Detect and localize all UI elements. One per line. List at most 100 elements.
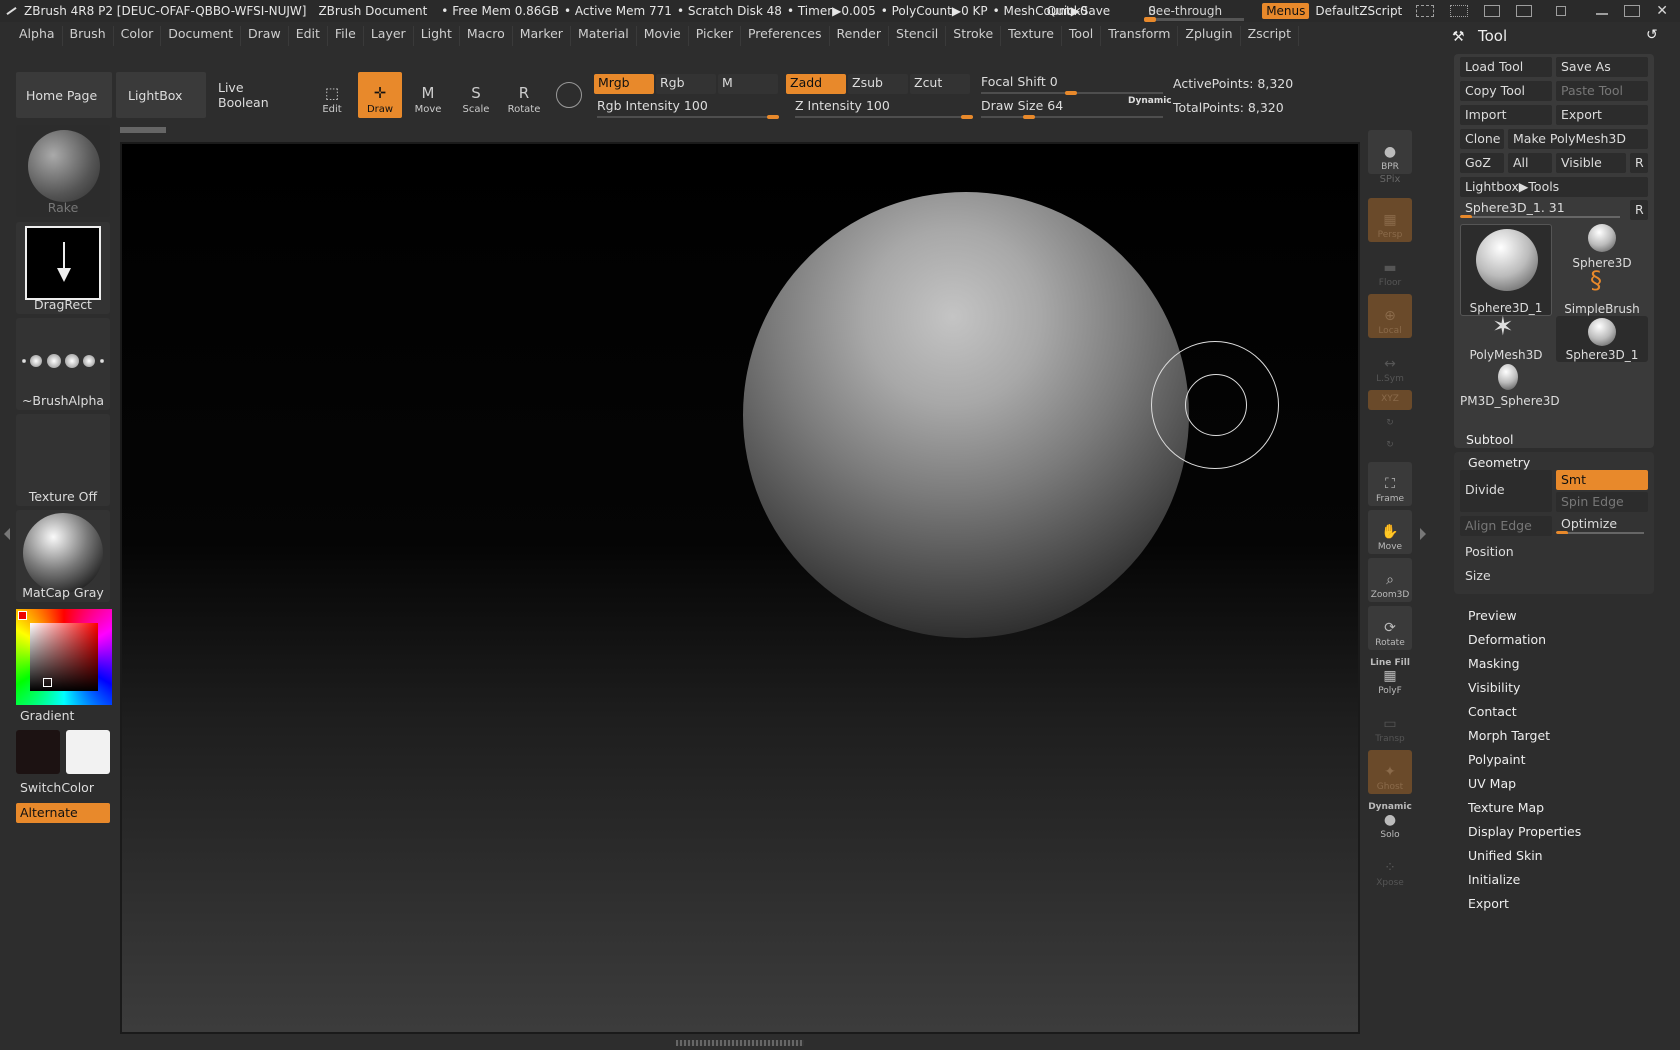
saturation-value-square[interactable] — [30, 623, 98, 691]
edit-button[interactable]: ⬚ Edit — [310, 72, 354, 118]
gradient-label[interactable]: Gradient — [20, 708, 74, 723]
live-boolean-button[interactable]: Live Boolean — [208, 72, 304, 118]
tool-thumb-simplebrush[interactable]: § SimpleBrush — [1556, 266, 1648, 316]
xpose-button[interactable]: ⁘ Xpose — [1368, 846, 1412, 890]
stroke-tile[interactable]: DragRect — [16, 222, 110, 314]
tool-menu-contact[interactable]: Contact — [1468, 704, 1517, 719]
export-button[interactable]: Export — [1556, 105, 1648, 125]
zsub-button[interactable]: Zsub — [848, 74, 908, 94]
lock-icon[interactable] — [1556, 6, 1567, 16]
focal-shift-slider[interactable]: Focal Shift 0 — [981, 74, 1163, 95]
divide-button[interactable]: Divide — [1460, 470, 1552, 512]
tool-menu-polypaint[interactable]: Polypaint — [1468, 752, 1526, 767]
menu-transform[interactable]: Transform — [1101, 26, 1179, 46]
main-color-swatch[interactable] — [16, 730, 60, 774]
mrgb-button[interactable]: Mrgb — [594, 74, 654, 94]
rotate-axis-z-icon[interactable]: ↻ — [1368, 436, 1412, 456]
transp-button[interactable]: ▭ Transp — [1368, 702, 1412, 746]
menu-macro[interactable]: Macro — [460, 26, 513, 46]
geometry-section[interactable]: Geometry — [1468, 455, 1530, 470]
goz-visible-button[interactable]: Visible — [1556, 153, 1626, 173]
lightbox-tools-button[interactable]: Lightbox▶Tools — [1460, 177, 1648, 197]
smt-button[interactable]: Smt — [1556, 470, 1648, 490]
menu-document[interactable]: Document — [161, 26, 242, 46]
bpr-button[interactable]: ● BPR — [1368, 130, 1412, 174]
zoom3d-button[interactable]: ⌕ Zoom3D — [1368, 558, 1412, 602]
left-tray-arrow-icon[interactable] — [4, 528, 10, 540]
paste-tool-button[interactable]: Paste Tool — [1556, 81, 1648, 101]
load-tool-button[interactable]: Load Tool — [1460, 57, 1552, 77]
menu-brush[interactable]: Brush — [63, 26, 114, 46]
make-polymesh-button[interactable]: Make PolyMesh3D — [1508, 129, 1648, 149]
color-selector[interactable] — [43, 678, 52, 687]
color-picker[interactable] — [16, 609, 112, 705]
home-page-button[interactable]: Home Page — [16, 72, 112, 118]
menus-button[interactable]: Menus — [1262, 3, 1310, 19]
quicksave-button[interactable]: QuickSave — [1047, 4, 1110, 18]
minimize-icon[interactable] — [1596, 7, 1609, 15]
menu-stencil[interactable]: Stencil — [889, 26, 947, 46]
tool-thumb-polymesh3d[interactable]: ✶ PolyMesh3D — [1460, 312, 1552, 362]
menu-zplugin[interactable]: Zplugin — [1178, 26, 1241, 46]
tool-menu-preview[interactable]: Preview — [1468, 608, 1517, 623]
goz-all-button[interactable]: All — [1508, 153, 1552, 173]
switch-color-button[interactable]: SwitchColor — [20, 780, 94, 795]
menu-edit[interactable]: Edit — [289, 26, 328, 46]
menu-marker[interactable]: Marker — [513, 26, 571, 46]
subtool-section[interactable]: Subtool — [1466, 432, 1513, 447]
document-canvas[interactable] — [120, 142, 1360, 1034]
tool-thumb-pm3d-sphere3d[interactable]: PM3D_Sphere3D — [1460, 362, 1560, 408]
import-button[interactable]: Import — [1460, 105, 1552, 125]
brush-tile[interactable]: Rake — [16, 125, 110, 217]
default-zscript-button[interactable]: DefaultZScript — [1315, 4, 1402, 18]
solo-button[interactable]: Dynamic ● Solo — [1368, 798, 1412, 842]
local-button[interactable]: ⊕ Local — [1368, 294, 1412, 338]
menu-preferences[interactable]: Preferences — [741, 26, 830, 46]
canvas-tab[interactable] — [120, 127, 166, 133]
menu-layer[interactable]: Layer — [364, 26, 414, 46]
right-tray-arrow-icon[interactable] — [1420, 528, 1426, 540]
spin-edge-button[interactable]: Spin Edge — [1556, 492, 1648, 512]
zcut-button[interactable]: Zcut — [910, 74, 970, 94]
optimize-slider[interactable]: Optimize — [1556, 514, 1648, 534]
alpha-tile[interactable]: ~BrushAlpha — [16, 318, 110, 410]
tool-menu-visibility[interactable]: Visibility — [1468, 680, 1520, 695]
gizmo-icon[interactable] — [556, 82, 582, 108]
duplicate-icon[interactable] — [1516, 5, 1533, 17]
current-tool-r-button[interactable]: R — [1630, 200, 1648, 220]
alternate-button[interactable]: Alternate — [16, 803, 110, 823]
menu-color[interactable]: Color — [114, 26, 162, 46]
zadd-button[interactable]: Zadd — [786, 74, 846, 94]
secondary-color-swatch[interactable] — [66, 730, 110, 774]
layout-icon[interactable] — [1416, 5, 1435, 17]
restore-icon[interactable] — [1484, 5, 1501, 17]
texture-tile[interactable]: Texture Off — [16, 414, 110, 506]
see-through-slider[interactable]: See-through 0 — [1144, 0, 1246, 22]
menu-tool[interactable]: Tool — [1062, 26, 1102, 46]
dynamic-toggle[interactable]: Dynamic — [1128, 96, 1172, 106]
move-button[interactable]: M Move — [406, 72, 450, 118]
ghost-button[interactable]: ✦ Ghost — [1368, 750, 1412, 794]
persp-button[interactable]: ▦ Persp — [1368, 198, 1412, 242]
tool-thumb-sphere3d[interactable]: Sphere3D — [1556, 224, 1648, 270]
goz-r-button[interactable]: R — [1630, 153, 1648, 173]
tool-menu-unified-skin[interactable]: Unified Skin — [1468, 848, 1543, 863]
copy-tool-button[interactable]: Copy Tool — [1460, 81, 1552, 101]
menu-render[interactable]: Render — [830, 26, 890, 46]
floor-button[interactable]: ▬ Floor — [1368, 246, 1412, 290]
menu-texture[interactable]: Texture — [1001, 26, 1062, 46]
hue-selector[interactable] — [18, 611, 27, 620]
size-section[interactable]: Size — [1460, 566, 1648, 586]
menu-alpha[interactable]: Alpha — [0, 26, 63, 46]
rgb-button[interactable]: Rgb — [656, 74, 716, 94]
frame-button[interactable]: ⛶ Frame — [1368, 462, 1412, 506]
layout-alt-icon[interactable] — [1450, 5, 1469, 17]
spix-slider[interactable]: SPix — [1368, 174, 1412, 192]
maximize-icon[interactable] — [1624, 5, 1641, 17]
sphere-mesh[interactable] — [743, 192, 1189, 638]
tool-thumb-sphere3d-1-current[interactable]: Sphere3D_1 — [1460, 224, 1552, 316]
bottom-tray-handle[interactable] — [676, 1040, 804, 1046]
menu-draw[interactable]: Draw — [241, 26, 289, 46]
menu-movie[interactable]: Movie — [637, 26, 689, 46]
menu-stroke[interactable]: Stroke — [946, 26, 1002, 46]
